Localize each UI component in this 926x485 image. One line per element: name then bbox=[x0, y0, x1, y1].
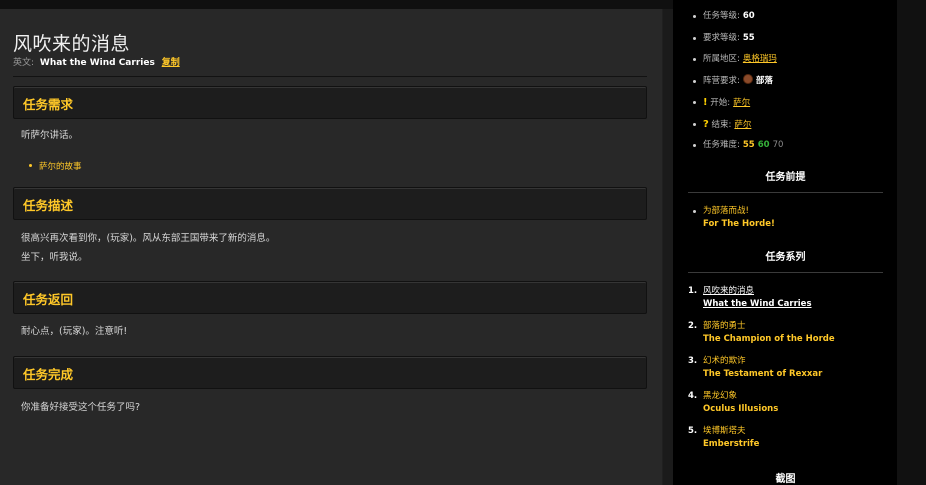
prerequisite-cn[interactable]: 为部落而战! bbox=[703, 205, 775, 218]
requirements-header: 任务需求 bbox=[13, 86, 647, 119]
difficulty-label: 任务难度: bbox=[703, 140, 740, 150]
series-heading: 任务系列 bbox=[765, 252, 806, 263]
series-divider bbox=[688, 272, 883, 273]
complete-text: 你准备好接受这个任务了吗? bbox=[21, 402, 141, 413]
title-divider bbox=[13, 76, 647, 77]
page-title: 风吹来的消息 bbox=[13, 33, 131, 55]
series-cn[interactable]: 风吹来的消息 bbox=[703, 285, 835, 298]
info-start: ! 开始: 萨尔 bbox=[693, 94, 783, 116]
english-label: 英文: bbox=[13, 58, 35, 68]
horde-icon bbox=[742, 73, 753, 84]
series-item[interactable]: 4. 黑龙幻象 Oculus Illusions bbox=[688, 390, 835, 425]
requirements-text: 听萨尔讲话。 bbox=[21, 130, 79, 141]
info-req-level: 要求等级: 55 bbox=[693, 30, 783, 52]
return-header: 任务返回 bbox=[13, 281, 647, 314]
series-item[interactable]: 1. 风吹来的消息 What the Wind Carries bbox=[688, 285, 835, 320]
faction-value: 部落 bbox=[755, 75, 773, 86]
description-header: 任务描述 bbox=[13, 187, 647, 220]
series-en[interactable]: What the Wind Carries bbox=[703, 298, 835, 311]
info-end: ? 结束: 萨尔 bbox=[693, 116, 783, 138]
prerequisite-list: 为部落而战! For The Horde! bbox=[693, 205, 775, 231]
main-content: 风吹来的消息 英文: What the Wind Carries 复制 任务需求… bbox=[0, 9, 663, 485]
series-number: 1. bbox=[688, 286, 698, 296]
description-line: 很高兴再次看到你，(玩家)。风从东部王国带来了新的消息。 bbox=[21, 233, 276, 244]
complete-header: 任务完成 bbox=[13, 356, 647, 389]
quest-series-list: 1. 风吹来的消息 What the Wind Carries 2. 部落的勇士… bbox=[688, 285, 835, 460]
info-level: 任务等级: 60 bbox=[693, 8, 783, 30]
screenshots-heading: 截图 bbox=[775, 474, 796, 485]
req-level-label: 要求等级: bbox=[703, 32, 740, 43]
series-en[interactable]: Emberstrife bbox=[703, 438, 835, 451]
series-number: 3. bbox=[688, 356, 698, 366]
requirements-heading: 任务需求 bbox=[23, 97, 74, 112]
level-value: 60 bbox=[742, 11, 755, 21]
end-label: 结束: bbox=[711, 119, 732, 130]
info-faction: 阵营要求: 部落 bbox=[693, 73, 783, 95]
end-npc-link[interactable]: 萨尔 bbox=[734, 120, 751, 130]
series-en[interactable]: The Testament of Rexxar bbox=[703, 368, 835, 381]
info-difficulty: 任务难度: 55 60 70 bbox=[693, 137, 783, 159]
level-label: 任务等级: bbox=[703, 11, 740, 21]
page-edge-strip bbox=[897, 0, 926, 485]
objective-list: 萨尔的故事 bbox=[27, 160, 82, 172]
series-cn[interactable]: 黑龙幻象 bbox=[703, 390, 835, 403]
quest-info-list: 任务等级: 60 要求等级: 55 所属地区: 奥格瑞玛 阵营要求: 部落 ! 开始: 萨… bbox=[693, 8, 783, 159]
difficulty-low: 55 bbox=[742, 140, 755, 150]
difficulty-high: 70 bbox=[772, 140, 784, 150]
series-cn[interactable]: 埃博斯塔夫 bbox=[703, 425, 835, 438]
prerequisite-item[interactable]: 为部落而战! For The Horde! bbox=[693, 205, 775, 231]
copy-button[interactable]: 复制 bbox=[162, 58, 180, 68]
english-name-row: 英文: What the Wind Carries 复制 bbox=[13, 55, 180, 68]
zone-link[interactable]: 奥格瑞玛 bbox=[743, 54, 777, 64]
description-heading: 任务描述 bbox=[23, 198, 74, 213]
complete-heading: 任务完成 bbox=[23, 367, 74, 382]
start-label: 开始: bbox=[710, 98, 731, 108]
series-number: 5. bbox=[688, 426, 698, 436]
english-name: What the Wind Carries bbox=[39, 58, 155, 68]
return-heading: 任务返回 bbox=[23, 292, 74, 307]
description-text: 很高兴再次看到你，(玩家)。风从东部王国带来了新的消息。 坐下，听我说。 bbox=[21, 229, 275, 267]
prerequisite-en[interactable]: For The Horde! bbox=[703, 218, 775, 231]
difficulty-mid: 60 bbox=[757, 140, 770, 150]
info-sidebar: 任务等级: 60 要求等级: 55 所属地区: 奥格瑞玛 阵营要求: 部落 ! 开始: 萨… bbox=[673, 0, 897, 485]
question-mark-icon: ? bbox=[703, 118, 709, 130]
prerequisites-divider bbox=[688, 192, 883, 193]
description-line: 坐下，听我说。 bbox=[21, 252, 88, 263]
series-item[interactable]: 2. 部落的勇士 The Champion of the Horde bbox=[688, 320, 835, 355]
req-level-value: 55 bbox=[742, 32, 755, 43]
start-npc-link[interactable]: 萨尔 bbox=[733, 98, 750, 108]
return-text: 耐心点，(玩家)。注意听! bbox=[21, 326, 128, 337]
prerequisites-heading: 任务前提 bbox=[765, 172, 806, 183]
zone-label: 所属地区: bbox=[703, 54, 740, 64]
series-en[interactable]: Oculus Illusions bbox=[703, 403, 835, 416]
objective-item[interactable]: 萨尔的故事 bbox=[27, 160, 82, 172]
exclamation-icon: ! bbox=[703, 97, 708, 108]
series-number: 4. bbox=[688, 391, 698, 401]
faction-label: 阵营要求: bbox=[703, 75, 740, 86]
series-cn[interactable]: 幻术的欺诈 bbox=[703, 355, 835, 368]
series-number: 2. bbox=[688, 321, 698, 331]
series-item[interactable]: 5. 埃博斯塔夫 Emberstrife bbox=[688, 425, 835, 460]
series-cn[interactable]: 部落的勇士 bbox=[703, 320, 835, 333]
series-en[interactable]: The Champion of the Horde bbox=[703, 333, 835, 346]
info-zone: 所属地区: 奥格瑞玛 bbox=[693, 51, 783, 73]
series-item[interactable]: 3. 幻术的欺诈 The Testament of Rexxar bbox=[688, 355, 835, 390]
